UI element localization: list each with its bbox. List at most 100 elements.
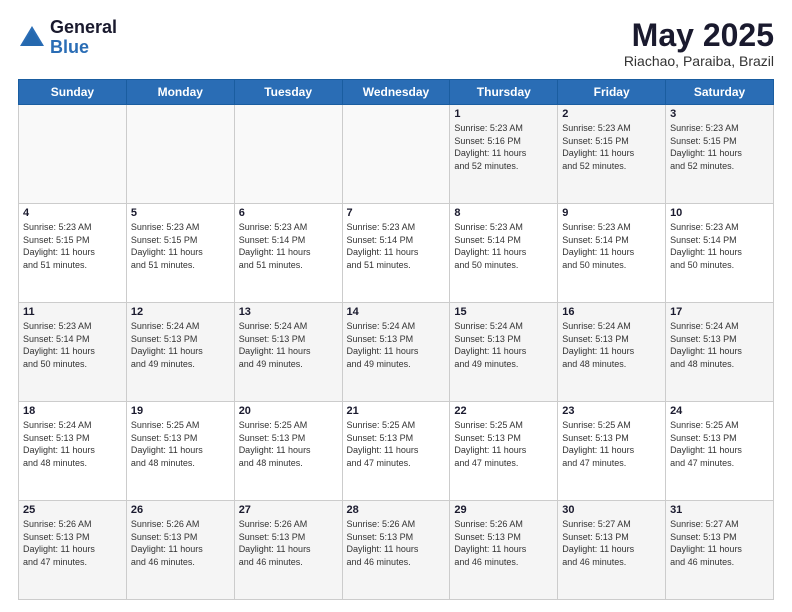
empty-day-cell xyxy=(342,105,450,204)
day-number: 8 xyxy=(454,207,553,219)
day-info: Sunrise: 5:26 AM Sunset: 5:13 PM Dayligh… xyxy=(23,518,122,568)
day-info: Sunrise: 5:27 AM Sunset: 5:13 PM Dayligh… xyxy=(562,518,661,568)
calendar-day-cell: 18Sunrise: 5:24 AM Sunset: 5:13 PM Dayli… xyxy=(19,402,127,501)
day-info: Sunrise: 5:23 AM Sunset: 5:14 PM Dayligh… xyxy=(454,221,553,271)
month-title: May 2025 xyxy=(624,18,774,53)
calendar-day-cell: 3Sunrise: 5:23 AM Sunset: 5:15 PM Daylig… xyxy=(666,105,774,204)
day-info: Sunrise: 5:24 AM Sunset: 5:13 PM Dayligh… xyxy=(454,320,553,370)
calendar-day-cell: 17 Sunrise: 5:24 AM Sunset: 5:13 PM Dayli… xyxy=(666,303,774,402)
day-number: 7 xyxy=(347,207,446,219)
day-number: 22 xyxy=(454,405,553,417)
day-info: Sunrise: 5:26 AM Sunset: 5:13 PM Dayligh… xyxy=(454,518,553,568)
day-number: 20 xyxy=(239,405,338,417)
day-number: 16 xyxy=(562,306,661,318)
calendar-day-cell: 26 Sunrise: 5:26 AM Sunset: 5:13 PM Dayli… xyxy=(126,501,234,600)
empty-day-cell xyxy=(126,105,234,204)
weekday-header-monday: Monday xyxy=(126,80,234,105)
calendar-day-cell: 6Sunrise: 5:23 AM Sunset: 5:14 PM Daylig… xyxy=(234,204,342,303)
calendar-day-cell: 4Sunrise: 5:23 AM Sunset: 5:15 PM Daylig… xyxy=(19,204,127,303)
day-info: Sunrise: 5:26 AM Sunset: 5:13 PM Dayligh… xyxy=(131,518,230,568)
day-number: 2 xyxy=(562,108,661,120)
day-info: Sunrise: 5:23 AM Sunset: 5:15 PM Dayligh… xyxy=(131,221,230,271)
day-number: 17 xyxy=(670,306,769,318)
day-info: Sunrise: 5:23 AM Sunset: 5:14 PM Dayligh… xyxy=(239,221,338,271)
day-number: 10 xyxy=(670,207,769,219)
title-block: May 2025 Riachao, Paraiba, Brazil xyxy=(624,18,774,69)
calendar-week-row: 11Sunrise: 5:23 AM Sunset: 5:14 PM Dayli… xyxy=(19,303,774,402)
day-info: Sunrise: 5:23 AM Sunset: 5:15 PM Dayligh… xyxy=(562,122,661,172)
weekday-header-thursday: Thursday xyxy=(450,80,558,105)
day-info: Sunrise: 5:23 AM Sunset: 5:15 PM Dayligh… xyxy=(23,221,122,271)
day-info: Sunrise: 5:25 AM Sunset: 5:13 PM Dayligh… xyxy=(562,419,661,469)
logo-text: General Blue xyxy=(50,18,117,58)
calendar-day-cell: 11Sunrise: 5:23 AM Sunset: 5:14 PM Dayli… xyxy=(19,303,127,402)
calendar-day-cell: 9 Sunrise: 5:23 AM Sunset: 5:14 PM Daylig… xyxy=(558,204,666,303)
empty-day-cell xyxy=(234,105,342,204)
day-number: 13 xyxy=(239,306,338,318)
day-info: Sunrise: 5:24 AM Sunset: 5:13 PM Dayligh… xyxy=(23,419,122,469)
calendar-day-cell: 31 Sunrise: 5:27 AM Sunset: 5:13 PM Dayli… xyxy=(666,501,774,600)
calendar-day-cell: 21Sunrise: 5:25 AM Sunset: 5:13 PM Dayli… xyxy=(342,402,450,501)
calendar-day-cell: 16Sunrise: 5:24 AM Sunset: 5:13 PM Dayli… xyxy=(558,303,666,402)
calendar-week-row: 4Sunrise: 5:23 AM Sunset: 5:15 PM Daylig… xyxy=(19,204,774,303)
weekday-header-row: SundayMondayTuesdayWednesdayThursdayFrid… xyxy=(19,80,774,105)
day-info: Sunrise: 5:26 AM Sunset: 5:13 PM Dayligh… xyxy=(239,518,338,568)
day-info: Sunrise: 5:25 AM Sunset: 5:13 PM Dayligh… xyxy=(239,419,338,469)
day-info: Sunrise: 5:23 AM Sunset: 5:14 PM Dayligh… xyxy=(562,221,661,271)
day-number: 31 xyxy=(670,504,769,516)
day-info: Sunrise: 5:24 AM Sunset: 5:13 PM Dayligh… xyxy=(347,320,446,370)
weekday-header-saturday: Saturday xyxy=(666,80,774,105)
day-number: 27 xyxy=(239,504,338,516)
calendar-day-cell: 25 Sunrise: 5:26 AM Sunset: 5:13 PM Dayli… xyxy=(19,501,127,600)
day-number: 19 xyxy=(131,405,230,417)
logo-general: General xyxy=(50,18,117,38)
day-info: Sunrise: 5:25 AM Sunset: 5:13 PM Dayligh… xyxy=(454,419,553,469)
calendar-week-row: 1 Sunrise: 5:23 AM Sunset: 5:16 PM Daylig… xyxy=(19,105,774,204)
calendar-day-cell: 22 Sunrise: 5:25 AM Sunset: 5:13 PM Dayli… xyxy=(450,402,558,501)
calendar-day-cell: 8 Sunrise: 5:23 AM Sunset: 5:14 PM Daylig… xyxy=(450,204,558,303)
calendar-day-cell: 14 Sunrise: 5:24 AM Sunset: 5:13 PM Dayli… xyxy=(342,303,450,402)
empty-day-cell xyxy=(19,105,127,204)
calendar-day-cell: 19 Sunrise: 5:25 AM Sunset: 5:13 PM Dayli… xyxy=(126,402,234,501)
header: General Blue May 2025 Riachao, Paraiba, … xyxy=(18,18,774,69)
calendar-table: SundayMondayTuesdayWednesdayThursdayFrid… xyxy=(18,79,774,600)
day-number: 15 xyxy=(454,306,553,318)
day-number: 25 xyxy=(23,504,122,516)
day-number: 5 xyxy=(131,207,230,219)
calendar-day-cell: 27 Sunrise: 5:26 AM Sunset: 5:13 PM Dayli… xyxy=(234,501,342,600)
weekday-header-wednesday: Wednesday xyxy=(342,80,450,105)
day-number: 30 xyxy=(562,504,661,516)
day-number: 29 xyxy=(454,504,553,516)
weekday-header-tuesday: Tuesday xyxy=(234,80,342,105)
calendar-day-cell: 20 Sunrise: 5:25 AM Sunset: 5:13 PM Dayli… xyxy=(234,402,342,501)
day-number: 9 xyxy=(562,207,661,219)
location-subtitle: Riachao, Paraiba, Brazil xyxy=(624,53,774,69)
day-info: Sunrise: 5:24 AM Sunset: 5:13 PM Dayligh… xyxy=(239,320,338,370)
calendar-day-cell: 10 Sunrise: 5:23 AM Sunset: 5:14 PM Dayli… xyxy=(666,204,774,303)
day-info: Sunrise: 5:26 AM Sunset: 5:13 PM Dayligh… xyxy=(347,518,446,568)
day-number: 21 xyxy=(347,405,446,417)
calendar-day-cell: 13 Sunrise: 5:24 AM Sunset: 5:13 PM Dayli… xyxy=(234,303,342,402)
day-number: 26 xyxy=(131,504,230,516)
calendar-day-cell: 24Sunrise: 5:25 AM Sunset: 5:13 PM Dayli… xyxy=(666,402,774,501)
day-info: Sunrise: 5:23 AM Sunset: 5:14 PM Dayligh… xyxy=(670,221,769,271)
day-info: Sunrise: 5:23 AM Sunset: 5:16 PM Dayligh… xyxy=(454,122,553,172)
calendar-day-cell: 29 Sunrise: 5:26 AM Sunset: 5:13 PM Dayli… xyxy=(450,501,558,600)
calendar-day-cell: 15 Sunrise: 5:24 AM Sunset: 5:13 PM Dayli… xyxy=(450,303,558,402)
day-number: 1 xyxy=(454,108,553,120)
calendar-week-row: 18Sunrise: 5:24 AM Sunset: 5:13 PM Dayli… xyxy=(19,402,774,501)
day-number: 12 xyxy=(131,306,230,318)
day-info: Sunrise: 5:24 AM Sunset: 5:13 PM Dayligh… xyxy=(131,320,230,370)
day-number: 14 xyxy=(347,306,446,318)
calendar-week-row: 25 Sunrise: 5:26 AM Sunset: 5:13 PM Dayli… xyxy=(19,501,774,600)
weekday-header-sunday: Sunday xyxy=(19,80,127,105)
calendar-day-cell: 1 Sunrise: 5:23 AM Sunset: 5:16 PM Daylig… xyxy=(450,105,558,204)
day-number: 28 xyxy=(347,504,446,516)
calendar-day-cell: 7Sunrise: 5:23 AM Sunset: 5:14 PM Daylig… xyxy=(342,204,450,303)
day-info: Sunrise: 5:24 AM Sunset: 5:13 PM Dayligh… xyxy=(670,320,769,370)
day-info: Sunrise: 5:25 AM Sunset: 5:13 PM Dayligh… xyxy=(131,419,230,469)
weekday-header-friday: Friday xyxy=(558,80,666,105)
day-number: 3 xyxy=(670,108,769,120)
day-info: Sunrise: 5:27 AM Sunset: 5:13 PM Dayligh… xyxy=(670,518,769,568)
calendar-day-cell: 2 Sunrise: 5:23 AM Sunset: 5:15 PM Daylig… xyxy=(558,105,666,204)
